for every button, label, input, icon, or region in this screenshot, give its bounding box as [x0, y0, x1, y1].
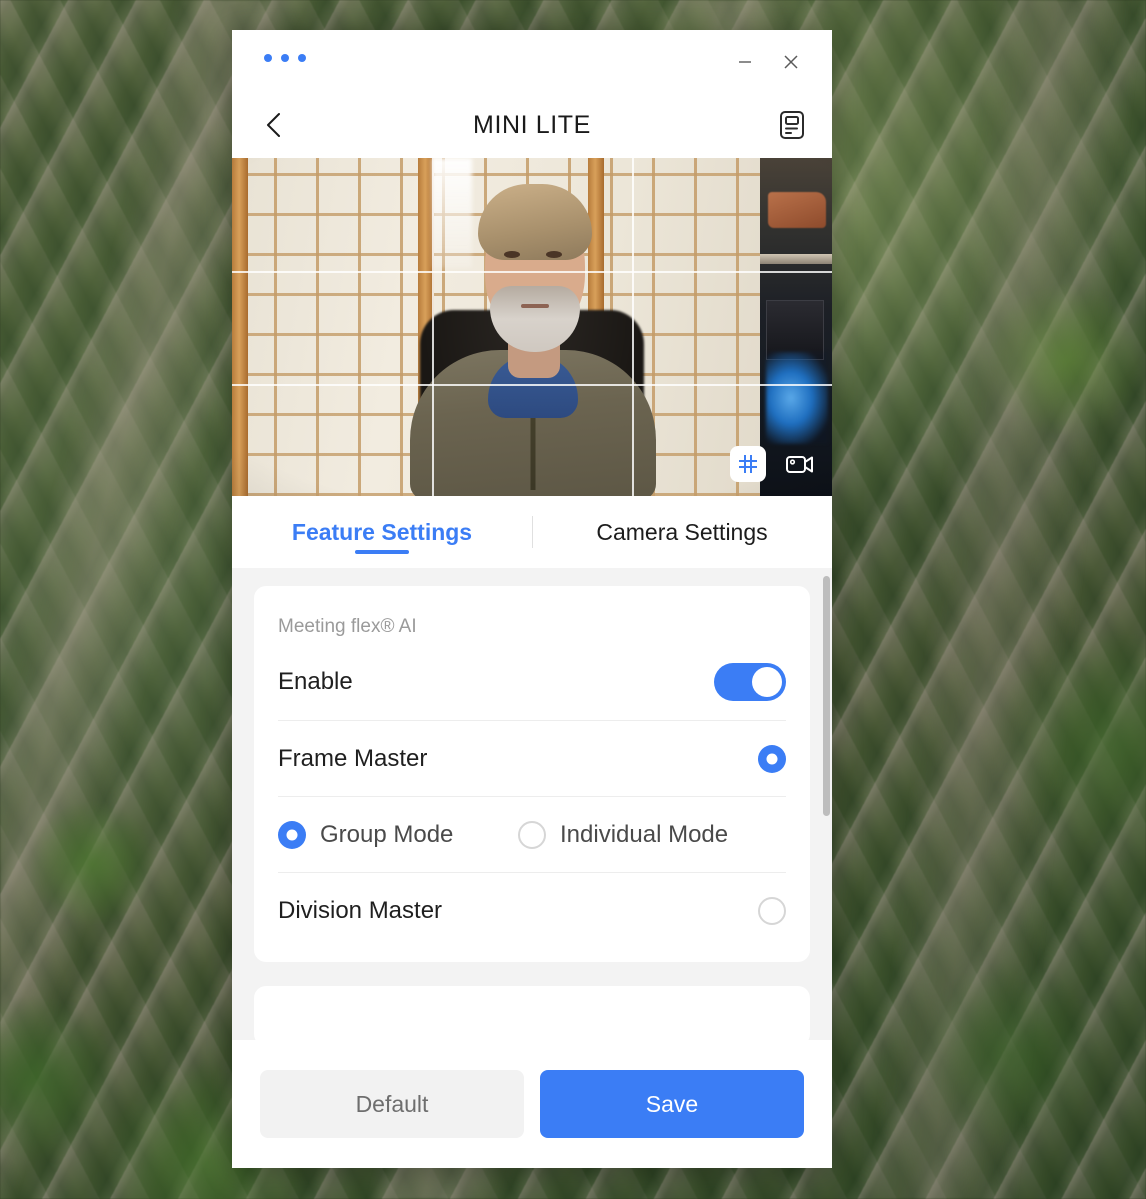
row-enable[interactable]: Enable	[278, 644, 786, 720]
window-controls	[722, 42, 814, 82]
tab-camera-settings-label: Camera Settings	[596, 518, 768, 545]
settings-content: Meeting flex® AI Enable Frame Master Gro…	[232, 568, 832, 1040]
next-settings-card-partial	[254, 986, 810, 1040]
grid-hash-icon[interactable]	[730, 446, 766, 482]
camera-preview[interactable]	[232, 158, 832, 496]
dot-3	[298, 54, 306, 62]
individual-mode-option[interactable]: Individual Mode	[518, 820, 729, 849]
minimize-button[interactable]	[722, 42, 768, 82]
row-enable-label: Enable	[278, 668, 353, 695]
tab-active-underline	[355, 550, 409, 554]
window-titlebar	[232, 30, 832, 92]
row-frame-master[interactable]: Frame Master	[278, 720, 786, 796]
back-button[interactable]	[252, 103, 296, 147]
three-dots-menu-icon[interactable]	[264, 54, 306, 62]
desktop-background: MINI LITE Feature Settings Camera Settin…	[0, 0, 1146, 1199]
tab-camera-settings[interactable]: Camera Settings	[532, 496, 832, 568]
save-button[interactable]: Save	[540, 1070, 804, 1138]
group-mode-label: Group Mode	[320, 820, 454, 848]
video-toolbar	[730, 446, 818, 482]
app-window: MINI LITE Feature Settings Camera Settin…	[232, 30, 832, 1168]
card-bottom-spacer	[278, 948, 786, 962]
row-frame-master-label: Frame Master	[278, 744, 428, 772]
division-master-radio[interactable]	[758, 896, 786, 925]
video-camera-icon[interactable]	[782, 446, 818, 482]
tab-feature-settings[interactable]: Feature Settings	[232, 496, 532, 568]
group-mode-option[interactable]: Group Mode	[278, 820, 518, 849]
dot-2	[281, 54, 289, 62]
page-title: MINI LITE	[473, 110, 591, 139]
dot-1	[264, 54, 272, 62]
tab-feature-settings-label: Feature Settings	[291, 518, 473, 545]
frame-master-radio[interactable]	[758, 744, 786, 773]
group-mode-radio[interactable]	[278, 820, 306, 849]
frame-master-mode-row: Group Mode Individual Mode	[278, 796, 786, 872]
close-button[interactable]	[768, 42, 814, 82]
content-scrollbar[interactable]	[822, 568, 832, 1040]
toggle-knob	[752, 667, 782, 697]
page-header: MINI LITE	[232, 92, 832, 158]
individual-mode-label: Individual Mode	[560, 820, 729, 848]
row-division-master-label: Division Master	[278, 896, 443, 924]
individual-mode-radio[interactable]	[518, 820, 546, 849]
footer-actions: Default Save	[232, 1040, 832, 1168]
document-list-icon[interactable]	[772, 105, 812, 145]
scrollbar-thumb[interactable]	[823, 576, 830, 816]
default-button[interactable]: Default	[260, 1070, 524, 1138]
card-title: Meeting flex® AI	[278, 616, 417, 637]
settings-tabs: Feature Settings Camera Settings	[232, 496, 832, 568]
row-division-master[interactable]: Division Master	[278, 872, 786, 948]
enable-toggle[interactable]	[714, 663, 786, 701]
meeting-flex-ai-card: Meeting flex® AI Enable Frame Master Gro…	[254, 586, 810, 962]
